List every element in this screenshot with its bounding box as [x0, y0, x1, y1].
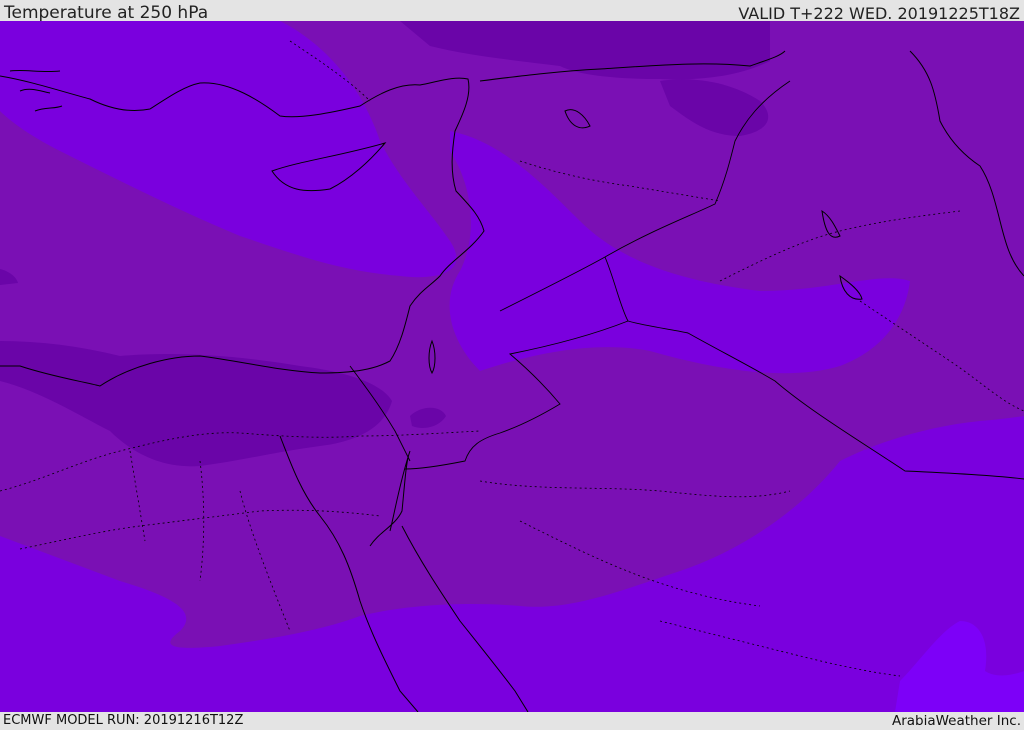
model-run-label: ECMWF MODEL RUN: 20191216T12Z	[3, 713, 244, 728]
temperature-field-svg	[0, 21, 1024, 712]
footer-bar: ECMWF MODEL RUN: 20191216T12Z ArabiaWeat…	[0, 712, 1024, 729]
weather-map	[0, 21, 1024, 712]
map-title: Temperature at 250 hPa	[4, 3, 209, 23]
credit-label: ArabiaWeather Inc.	[891, 713, 1021, 729]
header-bar: Temperature at 250 hPa VALID T+222 WED. …	[0, 0, 1024, 23]
